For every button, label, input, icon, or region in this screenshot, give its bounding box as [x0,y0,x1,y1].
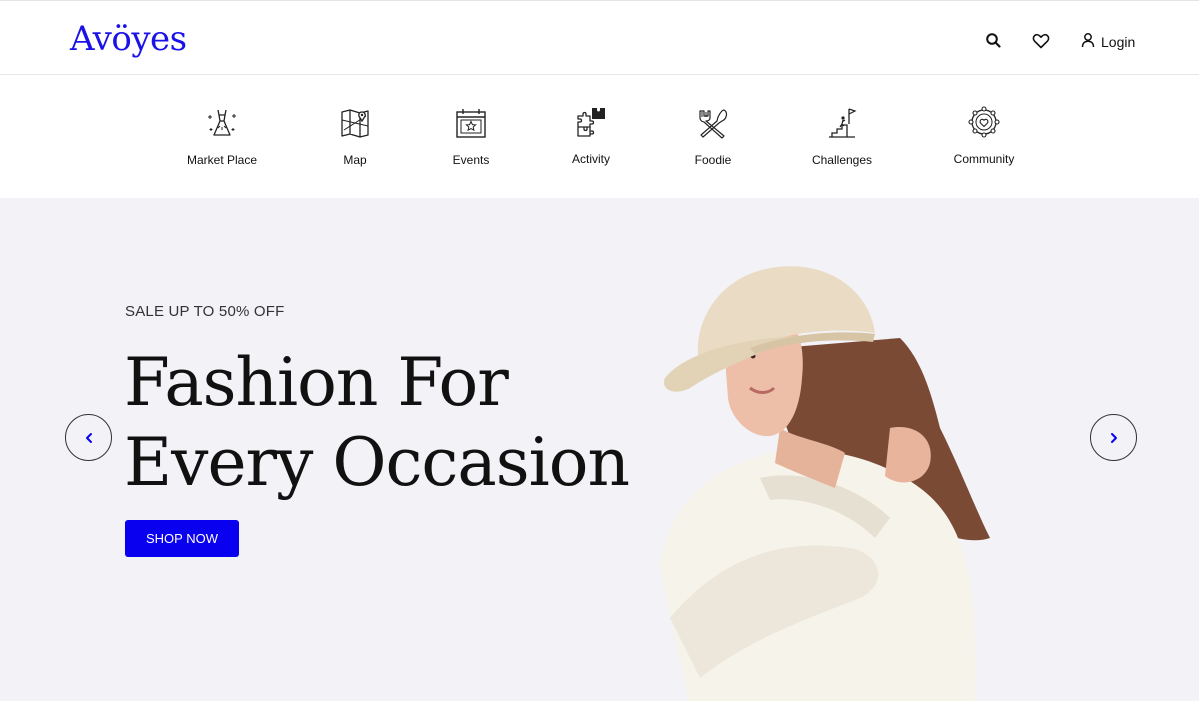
category-label: Events [452,153,490,167]
climb-flag-icon [829,108,857,138]
carousel-next-button[interactable] [1090,414,1137,461]
page: Avöyes Login Market Place Map Events Act… [0,0,1199,701]
login-label: Login [1101,34,1136,50]
category-map[interactable]: Map [300,106,410,167]
category-market-place[interactable]: Market Place [167,106,277,167]
puzzle-icon [577,108,605,137]
category-label: Foodie [694,153,732,167]
community-heart-icon [968,106,1000,138]
category-events[interactable]: Events [416,106,526,167]
login-button[interactable]: Login [1080,31,1135,53]
fork-knife-icon [699,109,728,139]
category-label: Market Place [186,153,258,167]
category-community[interactable]: Community [929,105,1039,166]
site-header: Avöyes Login [0,0,1199,75]
hero-banner: SALE UP TO 50% OFF Fashion For Every Occ… [0,198,1199,701]
chevron-right-icon [1110,432,1117,443]
map-icon [341,109,369,138]
category-label: Map [343,153,367,167]
category-activity[interactable]: Activity [536,105,646,166]
shop-now-button[interactable]: SHOP NOW [125,520,239,557]
calendar-icon [456,109,486,138]
brand-logo[interactable]: Avöyes [70,19,187,59]
user-icon [1080,32,1096,53]
category-challenges[interactable]: Challenges [787,106,897,167]
dress-icon [208,109,236,136]
search-icon[interactable] [984,31,1004,51]
category-label: Activity [571,152,610,166]
hero-headline-line1: Fashion For [124,344,509,421]
category-foodie[interactable]: Foodie [658,106,768,167]
hero-headline: Fashion For Every Occasion [124,343,684,503]
sale-text: SALE UP TO 50% OFF [125,303,285,320]
chevron-left-icon [85,432,92,443]
category-nav: Market Place Map Events Activity Foodie … [0,76,1199,198]
category-label: Challenges [811,153,873,167]
hero-headline-line2: Every Occasion [124,424,630,501]
hero-model-image [660,266,990,701]
category-label: Community [953,152,1015,166]
carousel-prev-button[interactable] [65,414,112,461]
heart-icon[interactable] [1031,31,1051,51]
